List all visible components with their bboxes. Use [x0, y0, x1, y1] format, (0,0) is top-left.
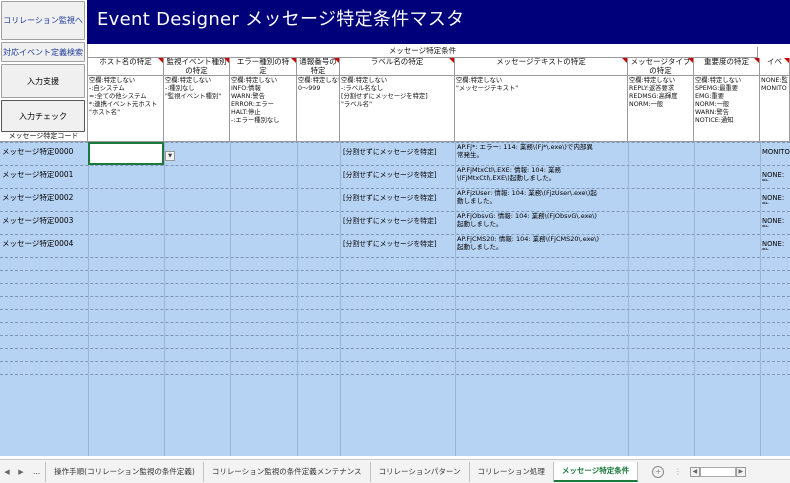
column-note-severity: 空欄:特定しない SPEMG:最重要 EMG:重要 NORM:一般 WARN:警… — [694, 76, 760, 142]
column-note-msg-type: 空欄:特定しない REPLY:返答要求 REDMSG:高輝度 NORM:一般 — [628, 76, 694, 142]
data-grid: メッセージ特定0000 [分割せずにメッセージを特定] AP.Fj*: エラー: 1… — [0, 142, 790, 456]
column-divider — [694, 142, 695, 456]
column-header-msg-text: メッセージテキストの特定 — [455, 58, 628, 76]
column-note-monitor-type: 空欄:特定しない -:種別なし "監視イベント種別" — [164, 76, 230, 142]
tabs-ellipsis[interactable]: ... — [28, 461, 47, 482]
row-label-cell[interactable]: [分割せずにメッセージを特定] — [343, 194, 455, 204]
row-divider — [0, 335, 790, 336]
row-message-text-cell[interactable]: AP.FjCMS20: 情報: 104: 業務\(FjCMS20\.exe\) … — [456, 235, 628, 255]
row-label-cell[interactable]: [分割せずにメッセージを特定] — [343, 240, 455, 250]
row-code-cell[interactable]: メッセージ特定0003 — [0, 217, 88, 227]
row-message-text-cell[interactable]: AP.FjMtxCtl\.EXE: 情報: 104: 業務 \(FjMtxCtl… — [456, 166, 628, 186]
scroll-right-icon[interactable]: ▶ — [735, 466, 746, 477]
row-message-text-cell[interactable]: AP.FjObsvG: 情報: 104: 業務\(FjObsvG\.exe\) … — [456, 212, 628, 232]
column-header-label: ラベル名の特定 — [340, 58, 455, 76]
row-divider — [0, 211, 790, 212]
column-divider — [297, 142, 298, 456]
row-event-cell[interactable]: NONE:監 — [762, 217, 790, 227]
column-divider — [164, 142, 165, 456]
row-divider — [0, 283, 790, 284]
horizontal-scrollbar[interactable] — [699, 466, 736, 477]
grid-background — [0, 142, 790, 456]
row-event-cell[interactable]: NONE:監 — [762, 240, 790, 250]
row-message-text-cell[interactable]: AP.FjzUser: 情報: 104: 業務\(FjzUser\.exe\)起… — [456, 189, 628, 209]
row-message-text-cell[interactable]: AP.Fj*: エラー: 114: 業務\(Fj*\.exe\)で内部異 常発生… — [456, 143, 628, 163]
row-code-cell[interactable]: メッセージ特定0004 — [0, 240, 88, 250]
tab-correlation-maintenance[interactable]: コリレーション監視の条件定義メンテナンス — [204, 461, 371, 482]
column-divider — [230, 142, 231, 456]
row-label-cell[interactable]: [分割せずにメッセージを特定] — [343, 171, 455, 181]
column-note-event-last: NONE:監 MONITO — [760, 76, 790, 142]
column-note-error-type: 空欄:特定しない INFO:情報 WARN:警告 ERROR:エラー HALT:… — [230, 76, 297, 142]
row-event-cell[interactable]: NONE:監 — [762, 194, 790, 204]
row-divider — [0, 257, 790, 258]
column-note-msg-text: 空欄:特定しない "メッセージテキスト" — [455, 76, 628, 142]
column-header-monitor-type: 監視イベント種別 の特定 — [164, 58, 230, 76]
column-header-msg-type: メッセージタイプ の特定 — [628, 58, 694, 76]
row-event-cell[interactable]: MONITO — [762, 148, 790, 158]
row-divider — [0, 322, 790, 323]
column-divider — [88, 142, 89, 456]
column-header-severity: 重要度の特定 — [694, 58, 760, 76]
tab-correlation-process[interactable]: コリレーション処理 — [470, 461, 554, 482]
column-headers: ホスト名の特定 空欄:特定しない -:自システム =:全ての他システム *:連携イ… — [0, 0, 790, 142]
column-divider — [340, 142, 341, 456]
row-divider — [0, 188, 790, 189]
row-divider — [0, 374, 790, 375]
tab-more-icon[interactable]: ⋮ — [674, 467, 682, 476]
column-divider — [760, 142, 761, 456]
sheet-tab-bar: ◀ ▶ ... 操作手順(コリレーション監視の条件定義) コリレーション監視の条… — [0, 459, 790, 483]
scroll-tabs-left-icon[interactable]: ◀ — [0, 468, 14, 476]
row-divider — [0, 361, 790, 362]
row-code-cell[interactable]: メッセージ特定0002 — [0, 194, 88, 204]
row-code-cell[interactable]: メッセージ特定0001 — [0, 171, 88, 181]
column-note-host: 空欄:特定しない -:自システム =:全ての他システム *:連携イベント元ホスト… — [88, 76, 164, 142]
row-divider — [0, 296, 790, 297]
add-sheet-icon[interactable]: + — [652, 465, 665, 478]
column-header-error-type: エラー種別の特 定 — [230, 58, 297, 76]
column-header-event-last: イベ — [760, 58, 790, 76]
column-divider — [628, 142, 629, 456]
row-divider — [0, 270, 790, 271]
tab-correlation-pattern[interactable]: コリレーションパターン — [371, 461, 470, 482]
row-label-cell[interactable]: [分割せずにメッセージを特定] — [343, 217, 455, 227]
row-code-cell[interactable]: メッセージ特定0000 — [0, 148, 88, 158]
scroll-left-icon[interactable]: ◀ — [689, 466, 700, 477]
header-left-spacer — [0, 44, 88, 142]
scroll-tabs-right-icon[interactable]: ▶ — [14, 468, 28, 476]
column-note-label: 空欄:特定しない -:ラベル名なし [分割せずにメッセージを特定] "ラベル名" — [340, 76, 455, 142]
row-divider — [0, 165, 790, 166]
cell-dropdown-arrow-icon[interactable]: ▼ — [165, 151, 175, 161]
row-divider — [0, 348, 790, 349]
row-label-cell[interactable]: [分割せずにメッセージを特定] — [343, 148, 455, 158]
column-header-notice-no: 通報番号の 特定 — [297, 58, 340, 76]
row-divider — [0, 234, 790, 235]
tab-operation-procedure[interactable]: 操作手順(コリレーション監視の条件定義) — [46, 461, 204, 482]
column-note-notice-no: 空欄:特定しない 0〜999 — [297, 76, 340, 142]
row-event-cell[interactable]: NONE:監 — [762, 171, 790, 181]
row-divider — [0, 309, 790, 310]
tab-message-condition[interactable]: メッセージ特定条件 — [553, 461, 639, 482]
column-header-host: ホスト名の特定 — [88, 58, 164, 76]
selected-host-cell[interactable] — [88, 142, 164, 165]
